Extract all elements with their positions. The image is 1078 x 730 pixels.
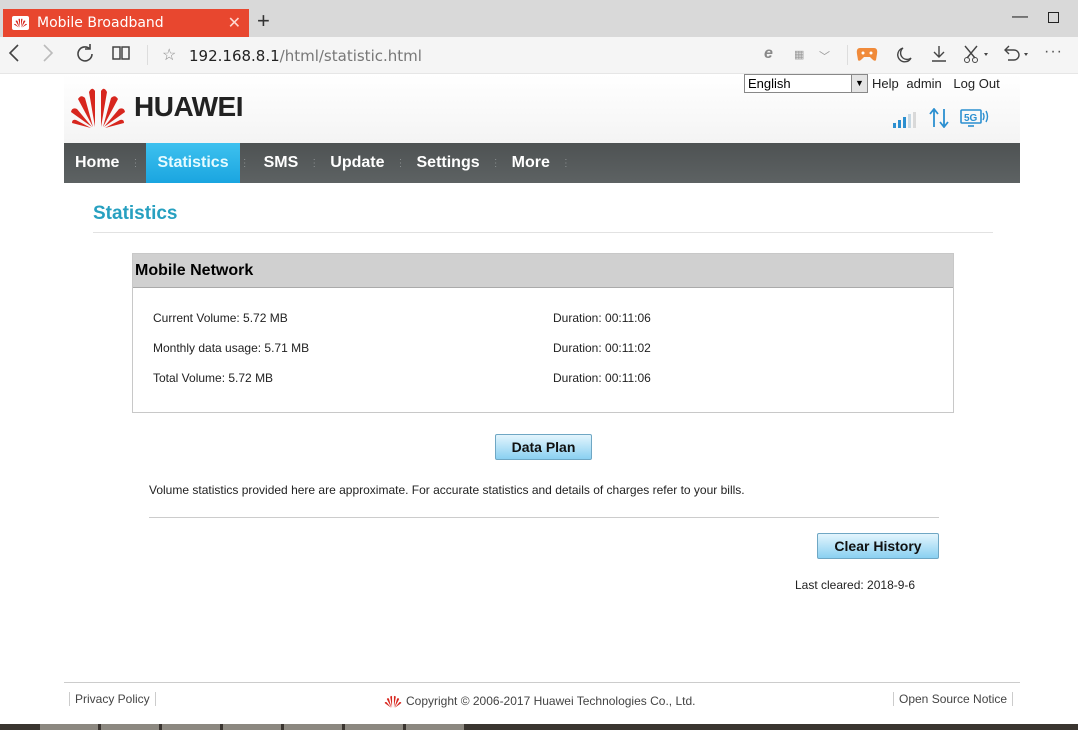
nav-home[interactable]: Home: [64, 143, 130, 183]
divider: [847, 45, 848, 65]
copyright: Copyright © 2006-2017 Huawei Technologie…: [384, 694, 695, 708]
main-nav: Home ⋮ Statistics ⋮ SMS ⋮ Update ⋮ Setti…: [64, 143, 1020, 183]
nav-separator: ⋮: [395, 157, 406, 169]
nav-separator: ⋮: [560, 157, 571, 169]
nav-statistics-label: Statistics: [157, 154, 229, 171]
plus-icon[interactable]: +: [257, 8, 270, 34]
last-cleared: Last cleared: 2018-9-6: [795, 578, 916, 592]
data-transfer-icon: [929, 108, 949, 128]
top-links: Help admin Log Out: [872, 76, 1004, 91]
browser-titlebar: Mobile Broadband ✕ + —: [0, 0, 1078, 37]
nav-sms-label: SMS: [263, 154, 299, 171]
qr-code-icon[interactable]: ▦: [794, 48, 804, 61]
monthly-usage: Monthly data usage: 5.71 MB: [153, 341, 310, 355]
nav-settings[interactable]: Settings: [406, 143, 491, 183]
page-title: Statistics: [93, 203, 178, 224]
ie-mode-icon[interactable]: e: [764, 45, 773, 63]
download-icon[interactable]: [930, 45, 948, 68]
nav-home-label: Home: [75, 154, 120, 171]
total-volume: Total Volume: 5.72 MB: [153, 371, 274, 385]
gamepad-icon[interactable]: [856, 46, 878, 67]
favorite-star-icon[interactable]: ☆: [162, 45, 176, 65]
help-link[interactable]: Help: [872, 76, 899, 91]
screenshot-scissors-icon[interactable]: [962, 44, 990, 69]
huawei-logo: HUAWEI: [70, 86, 244, 128]
nav-update-label: Update: [330, 154, 385, 171]
os-taskbar: [0, 724, 1078, 730]
panel-title: Mobile Network: [133, 254, 953, 288]
nav-more[interactable]: More: [501, 143, 561, 183]
status-icons: 5G: [892, 108, 990, 128]
monthly-duration: Duration: 00:11:02: [553, 341, 651, 355]
back-icon[interactable]: [8, 43, 20, 69]
url-path: /html/statistic.html: [279, 47, 422, 65]
url-field[interactable]: 192.168.8.1/html/statistic.html: [189, 47, 422, 65]
nav-update[interactable]: Update: [319, 143, 395, 183]
tab-title: Mobile Broadband: [37, 15, 164, 31]
username: admin: [906, 76, 942, 91]
taskbar-item[interactable]: [40, 724, 98, 730]
maximize-icon[interactable]: [1048, 12, 1059, 23]
minimize-icon[interactable]: —: [1012, 8, 1028, 26]
nav-separator: ⋮: [309, 157, 320, 169]
nav-more-label: More: [511, 154, 550, 171]
taskbar-item[interactable]: [223, 724, 281, 730]
undo-icon[interactable]: [1002, 44, 1032, 69]
privacy-policy-link[interactable]: Privacy Policy: [69, 692, 156, 706]
open-source-notice-link[interactable]: Open Source Notice: [893, 692, 1014, 706]
reading-view-icon[interactable]: [111, 43, 131, 69]
signal-strength-icon: [893, 112, 916, 128]
url-host: 192.168.8.1: [189, 47, 280, 65]
night-mode-icon[interactable]: [895, 46, 913, 69]
taskbar-item[interactable]: [284, 724, 342, 730]
nav-separator: ⋮: [490, 157, 501, 169]
divider: [149, 517, 939, 518]
total-duration: Duration: 00:11:06: [553, 371, 651, 385]
forward-icon[interactable]: [42, 43, 54, 69]
divider: [64, 682, 1020, 683]
nav-statistics[interactable]: Statistics: [146, 143, 240, 183]
huawei-flower-icon: [384, 695, 402, 708]
taskbar-item[interactable]: [162, 724, 220, 730]
nav-sms[interactable]: SMS: [250, 143, 310, 183]
clear-history-button[interactable]: Clear History: [817, 533, 939, 559]
browser-tab[interactable]: Mobile Broadband ✕: [3, 9, 249, 37]
chevron-down-icon[interactable]: ﹀: [819, 48, 830, 64]
nav-separator: ⋮: [239, 157, 250, 169]
current-volume: Current Volume: 5.72 MB: [153, 311, 288, 325]
nav-separator: ⋮: [130, 157, 141, 169]
refresh-icon[interactable]: [75, 43, 95, 69]
dropdown-arrow-icon[interactable]: ▼: [851, 75, 867, 92]
language-value: English: [748, 76, 791, 91]
svg-text:5G: 5G: [964, 113, 978, 124]
5g-network-icon: 5G: [960, 109, 989, 127]
divider: [93, 232, 993, 233]
taskbar-item[interactable]: [345, 724, 403, 730]
divider: [147, 45, 148, 65]
current-duration: Duration: 00:11:06: [553, 311, 651, 325]
nav-settings-label: Settings: [416, 154, 480, 171]
volume-note: Volume statistics provided here are appr…: [149, 483, 745, 497]
huawei-flower-icon: [71, 88, 125, 128]
huawei-favicon-icon: [12, 16, 29, 30]
page-header: HUAWEI English ▼ Help admin Log Out 5G: [64, 74, 1020, 143]
taskbar-item[interactable]: [101, 724, 159, 730]
copyright-text: Copyright © 2006-2017 Huawei Technologie…: [406, 694, 696, 708]
data-plan-button[interactable]: Data Plan: [495, 434, 592, 460]
more-icon[interactable]: ···: [1044, 43, 1063, 61]
language-select[interactable]: English ▼: [744, 74, 868, 93]
brand-name: HUAWEI: [134, 91, 244, 122]
address-bar: ☆ 192.168.8.1/html/statistic.html e ▦ ﹀ …: [0, 37, 1078, 74]
mobile-network-panel: Mobile Network Current Volume: 5.72 MB D…: [132, 253, 954, 413]
taskbar-item[interactable]: [406, 724, 464, 730]
logout-link[interactable]: Log Out: [953, 76, 999, 91]
close-tab-icon[interactable]: ✕: [228, 13, 241, 33]
